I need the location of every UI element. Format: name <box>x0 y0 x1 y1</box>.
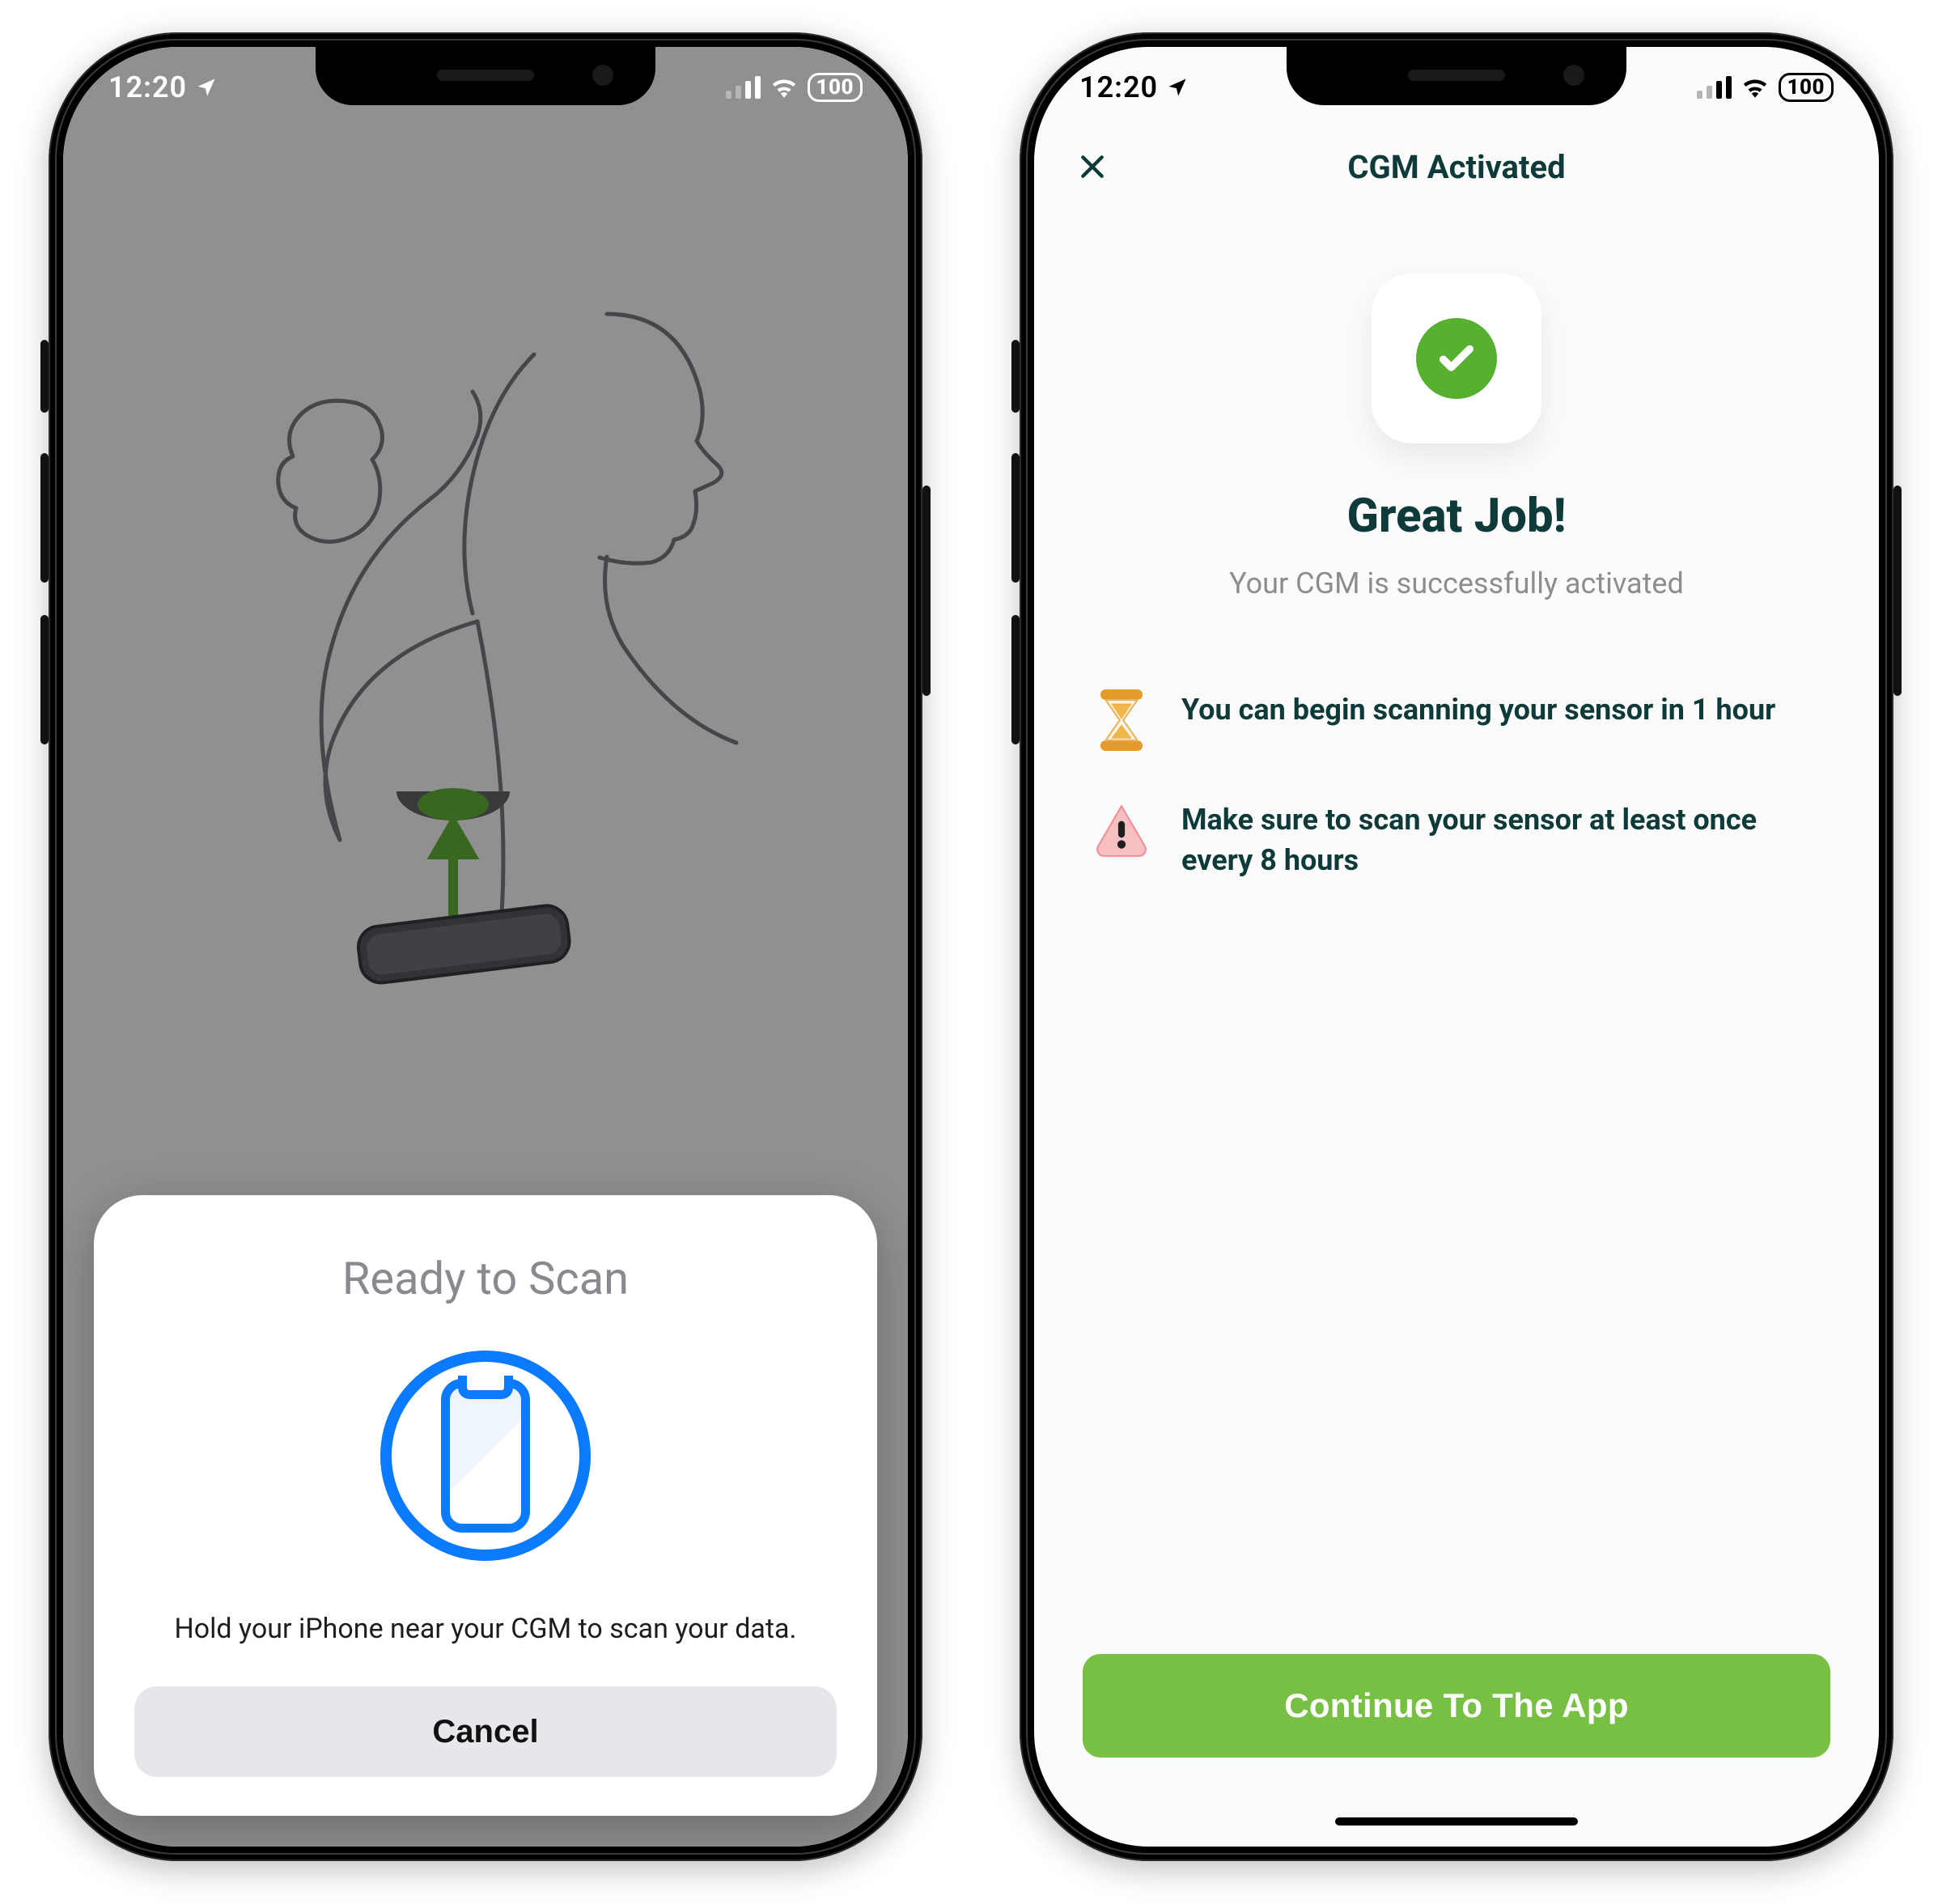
success-card <box>1372 274 1541 443</box>
battery-level: 100 <box>816 77 854 98</box>
home-indicator <box>1335 1817 1578 1826</box>
cellular-icon <box>1697 76 1732 99</box>
wifi-icon <box>1741 77 1769 98</box>
battery-level: 100 <box>1787 77 1825 98</box>
sheet-message: Hold your iPhone near your CGM to scan y… <box>175 1609 797 1649</box>
success-subtitle: Your CGM is successfully activated <box>1229 566 1684 600</box>
main-content: Great Job! Your CGM is successfully acti… <box>1034 241 1879 1847</box>
hourglass-icon <box>1091 689 1152 751</box>
info-text: Make sure to scan your sensor at least o… <box>1181 799 1822 881</box>
phone-frame-right: 12:20 100 <box>1020 32 1893 1861</box>
success-title: Great Job! <box>1347 489 1567 544</box>
alert-icon <box>1091 799 1152 861</box>
status-time: 12:20 <box>1079 70 1158 104</box>
screen-left: 12:20 100 <box>63 47 908 1847</box>
wifi-icon <box>770 77 798 98</box>
info-row: You can begin scanning your sensor in 1 … <box>1091 689 1822 751</box>
cellular-icon <box>726 76 761 99</box>
battery-indicator: 100 <box>808 73 863 102</box>
notch <box>1287 47 1626 105</box>
nfc-phone-icon <box>380 1351 591 1561</box>
sheet-title: Ready to Scan <box>342 1252 629 1305</box>
info-row: Make sure to scan your sensor at least o… <box>1091 799 1822 881</box>
info-list: You can begin scanning your sensor in 1 … <box>1091 689 1822 881</box>
battery-indicator: 100 <box>1779 73 1834 102</box>
cancel-button[interactable]: Cancel <box>134 1686 837 1777</box>
location-icon <box>195 76 218 99</box>
continue-button[interactable]: Continue To The App <box>1083 1654 1830 1758</box>
phone-frame-left: 12:20 100 <box>49 32 922 1861</box>
status-time: 12:20 <box>108 70 187 104</box>
info-text: You can begin scanning your sensor in 1 … <box>1181 689 1775 730</box>
nfc-scan-sheet: Ready to Scan Hold your iPhone near your… <box>94 1195 877 1816</box>
close-button[interactable] <box>1070 144 1115 189</box>
page-title: CGM Activated <box>1347 148 1565 186</box>
notch <box>316 47 655 105</box>
screen-right: 12:20 100 <box>1034 47 1879 1847</box>
location-icon <box>1166 76 1189 99</box>
top-bar: CGM Activated <box>1034 134 1879 199</box>
check-circle-icon <box>1416 318 1497 399</box>
